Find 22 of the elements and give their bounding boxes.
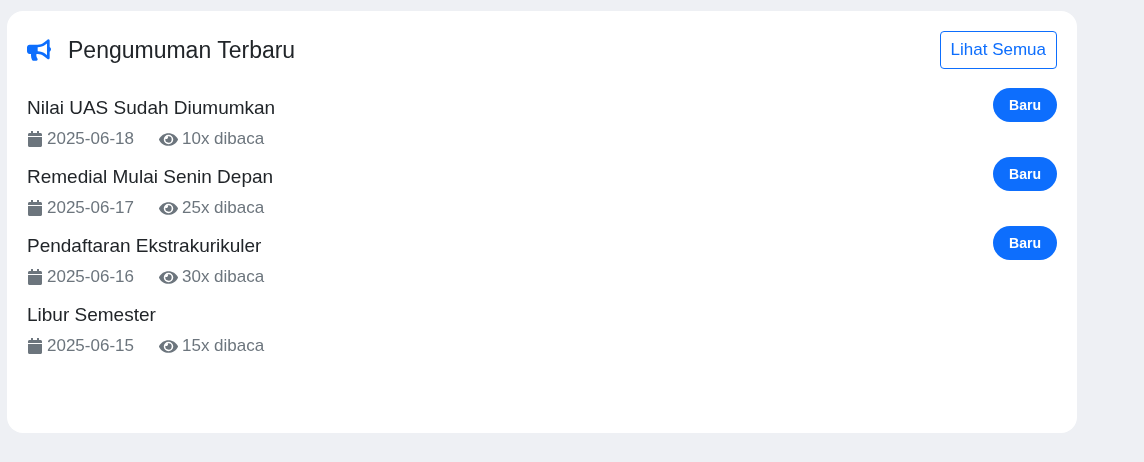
card-title: Pengumuman Terbaru [68,36,296,64]
view-count: 15x dibaca [181,336,265,356]
view-count: 25x dibaca [181,198,265,218]
announcement-date: 2025-06-16 [47,267,134,287]
announcement-date: 2025-06-18 [47,129,134,149]
new-badge: Baru [993,88,1057,122]
announcement-date: 2025-06-17 [47,198,134,218]
announcement-date: 2025-06-15 [47,336,134,356]
view-all-button[interactable]: Lihat Semua [939,31,1057,69]
calendar-icon [27,338,43,354]
announcement-title[interactable]: Nilai UAS Sudah Diumumkan [27,97,276,119]
announcement-title[interactable]: Libur Semester [27,304,265,326]
announcement-title[interactable]: Pendaftaran Ekstrakurikuler [27,235,265,257]
announcement-title[interactable]: Remedial Mulai Senin Depan [27,166,274,188]
view-count: 30x dibaca [181,267,265,287]
view-count: 10x dibaca [181,129,265,149]
megaphone-icon [27,38,51,62]
calendar-icon [27,200,43,216]
new-badge: Baru [993,157,1057,191]
calendar-icon [27,269,43,285]
calendar-icon [27,131,43,147]
new-badge: Baru [993,226,1057,260]
